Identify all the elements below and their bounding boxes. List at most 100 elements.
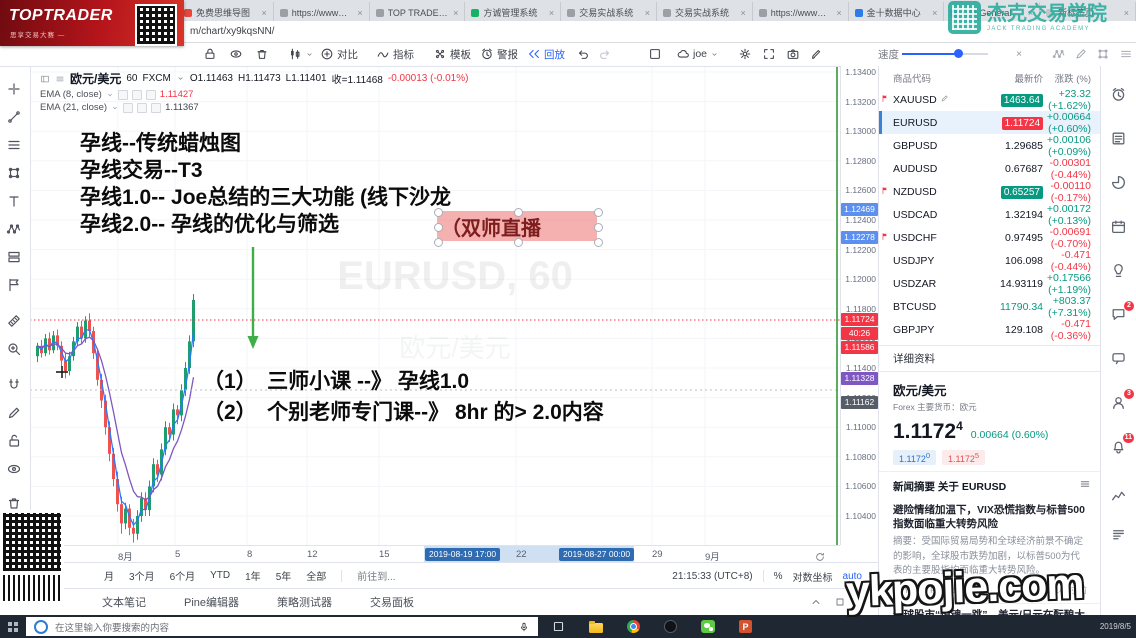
bottom-tab[interactable]: 交易面板: [370, 594, 414, 610]
tool-fib[interactable]: [6, 136, 24, 154]
joe-button[interactable]: joe: [676, 42, 719, 66]
tab-close-icon[interactable]: ×: [932, 8, 937, 18]
chart-area[interactable]: EURUSD, 60 欧元/美元 欧元/美元 60 FXCM O1.11463 …: [30, 66, 840, 545]
speed-slider-handle[interactable]: [954, 49, 963, 58]
highlight-text-box[interactable]: （双师直播: [437, 211, 597, 241]
browser-tab[interactable]: 免费思维导图×: [178, 2, 274, 23]
indicator-row[interactable]: EMA (21, close)1.11367: [40, 102, 468, 113]
tool-zoomin[interactable]: [6, 340, 24, 358]
bell-button[interactable]: 11: [1110, 438, 1128, 456]
chart-notes-text[interactable]: （1） 三师小课 --》 孕线1.0（2） 个别老师专门课--》 8hr 的> …: [203, 366, 604, 428]
browser-tab[interactable]: https://www…×: [753, 2, 849, 23]
range-item[interactable]: 5年: [276, 568, 292, 583]
browser-tab[interactable]: 方诚管理系统×: [465, 2, 561, 23]
tool-unlock[interactable]: [6, 432, 24, 450]
chat-button[interactable]: 2: [1110, 306, 1128, 324]
brush-button[interactable]: [810, 42, 824, 66]
task-view-icon[interactable]: [552, 620, 565, 633]
undo-button[interactable]: [576, 42, 590, 66]
support-button[interactable]: 3: [1110, 394, 1128, 412]
watchlist-row[interactable]: EURUSD1.11724+0.00664 (+0.60%): [879, 111, 1101, 134]
selection-handle[interactable]: [594, 238, 603, 247]
tool-pencil[interactable]: [6, 404, 24, 422]
close-icon[interactable]: ×: [1016, 42, 1022, 66]
tool-magnet[interactable]: [6, 376, 24, 394]
bottom-tab[interactable]: 文本笔记: [102, 594, 146, 610]
alarm-button[interactable]: [1110, 86, 1128, 104]
tool-ruler[interactable]: [6, 312, 24, 330]
indicator-control-icon[interactable]: [132, 90, 142, 100]
lock-button[interactable]: [203, 42, 217, 66]
模板-button[interactable]: 模板: [433, 42, 471, 66]
legend-menu-icon[interactable]: [55, 74, 65, 84]
edit-icon[interactable]: [940, 94, 949, 106]
selection-handle[interactable]: [434, 238, 443, 247]
symbol-name[interactable]: 欧元/美元: [70, 70, 121, 87]
selection-handle[interactable]: [434, 223, 443, 232]
symbol-interval[interactable]: 60: [126, 73, 137, 84]
警报-button[interactable]: 警报: [480, 42, 518, 66]
browser-address-bar[interactable]: m/chart/xy9kqsNN/: [178, 21, 1136, 43]
taskbar-search-box[interactable]: 在这里输入你要搜索的内容: [26, 617, 538, 636]
tool-eye[interactable]: [6, 460, 24, 478]
range-item[interactable]: 6个月: [170, 568, 196, 583]
indicator-control-icon[interactable]: [137, 103, 147, 113]
range-item[interactable]: 月: [104, 568, 114, 583]
newslist-button[interactable]: [1110, 130, 1128, 148]
selection-handle[interactable]: [514, 208, 523, 217]
gear-button[interactable]: [738, 42, 752, 66]
percent-scale-button[interactable]: %: [774, 571, 783, 582]
powerpoint-icon[interactable]: P: [739, 620, 752, 633]
tab-close-icon[interactable]: ×: [1028, 8, 1033, 18]
selection-handle[interactable]: [594, 208, 603, 217]
shapes-icon[interactable]: [1096, 42, 1110, 66]
browser-tab[interactable]: https://www…×: [274, 2, 370, 23]
indicator-control-icon[interactable]: [123, 103, 133, 113]
trash-button[interactable]: [255, 42, 269, 66]
panel-icon[interactable]: [40, 74, 50, 84]
comment-button[interactable]: [1110, 350, 1128, 368]
tool-xabcd[interactable]: [6, 220, 24, 238]
redo-button[interactable]: [598, 42, 612, 66]
browser-tab[interactable]: 交易实战系统×: [561, 2, 657, 23]
range-item[interactable]: YTD: [210, 570, 230, 581]
chevron-down-icon[interactable]: [176, 74, 185, 83]
watchlist-row[interactable]: AUDUSD0.67687-0.00301 (-0.44%): [879, 157, 1101, 180]
clock-label[interactable]: 21:15:33 (UTC+8): [672, 571, 752, 582]
browser-tab[interactable]: 新标签页×: [1040, 2, 1136, 23]
mic-icon[interactable]: [518, 621, 530, 633]
tab-close-icon[interactable]: ×: [645, 8, 650, 18]
range-item[interactable]: 1年: [245, 568, 261, 583]
start-button-icon[interactable]: [8, 622, 12, 626]
tab-close-icon[interactable]: ×: [357, 8, 362, 18]
layout-button[interactable]: [648, 42, 662, 66]
tab-close-icon[interactable]: ×: [549, 8, 554, 18]
range-item[interactable]: 3个月: [129, 568, 155, 583]
watchlist-row[interactable]: GBPUSD1.29685+0.00106 (+0.09%): [879, 134, 1101, 157]
watchlist-row[interactable]: NZDUSD0.65257-0.00110 (-0.17%): [879, 180, 1101, 203]
对比-button[interactable]: 对比: [320, 42, 358, 66]
panel-layout-icon[interactable]: [834, 596, 846, 608]
browser-tab[interactable]: GM General×: [944, 2, 1040, 23]
taskbar-clock[interactable]: 2019/8/5: [1100, 622, 1131, 631]
details-section-header[interactable]: 详细资料: [879, 345, 1101, 372]
tab-close-icon[interactable]: ×: [453, 8, 458, 18]
tool-stickers[interactable]: [6, 276, 24, 294]
chrome-icon[interactable]: [627, 620, 640, 633]
news-section-header[interactable]: 新闻摘要 关于 EURUSD: [879, 472, 1101, 499]
camera-button[interactable]: [786, 42, 800, 66]
candles-button[interactable]: [288, 42, 314, 66]
bottom-tab[interactable]: 策略测试器: [277, 594, 332, 610]
tool-forecast[interactable]: [6, 248, 24, 266]
watchlist-row[interactable]: GBPJPY129.108-0.471 (-0.36%): [879, 318, 1101, 341]
selection-handle[interactable]: [594, 223, 603, 232]
menu-icon[interactable]: [1079, 478, 1091, 490]
tab-close-icon[interactable]: ×: [262, 8, 267, 18]
tab-close-icon[interactable]: ×: [836, 8, 841, 18]
log-scale-button[interactable]: 对数坐标: [793, 569, 833, 584]
browser-tab[interactable]: 金十数据中心×: [849, 2, 945, 23]
bottom-tab[interactable]: Pine编辑器: [184, 594, 239, 610]
indicator-row[interactable]: EMA (8, close)1.11427: [40, 89, 468, 100]
eye-button[interactable]: [229, 42, 243, 66]
price-axis[interactable]: 1.134001.132001.130001.128001.126001.124…: [840, 66, 879, 545]
